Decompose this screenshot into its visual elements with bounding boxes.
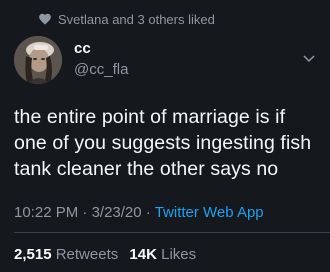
retweets-stat[interactable]: 2,515 Retweets [14,246,118,263]
likes-label: Likes [161,246,197,263]
likes-stat[interactable]: 14K Likes [129,246,196,263]
social-context[interactable]: Svetlana and 3 others liked [39,8,215,30]
chevron-down-icon[interactable] [303,54,315,64]
divider [14,232,330,233]
meta-separator: · [82,204,88,221]
meta-separator: · [145,204,151,221]
author-display-name[interactable]: cc [74,40,91,57]
avatar[interactable] [14,36,62,84]
retweets-label: Retweets [55,246,119,263]
tweet-date[interactable]: 3/23/20 [92,204,142,221]
tweet-time[interactable]: 10:22 PM [14,204,78,221]
tweet-stats: 2,515 Retweets 14K Likes [14,246,196,263]
likes-count: 14K [129,246,157,263]
heart-icon [38,12,52,26]
tweet-text: the entire point of marriage is if one o… [14,106,312,180]
social-context-text: Svetlana and 3 others liked [58,11,215,27]
author-handle[interactable]: @cc_fla [74,61,128,78]
tweet-meta: 10:22 PM · 3/23/20 · Twitter Web App [14,204,264,221]
tweet-source[interactable]: Twitter Web App [155,204,264,221]
retweets-count: 2,515 [14,246,52,263]
